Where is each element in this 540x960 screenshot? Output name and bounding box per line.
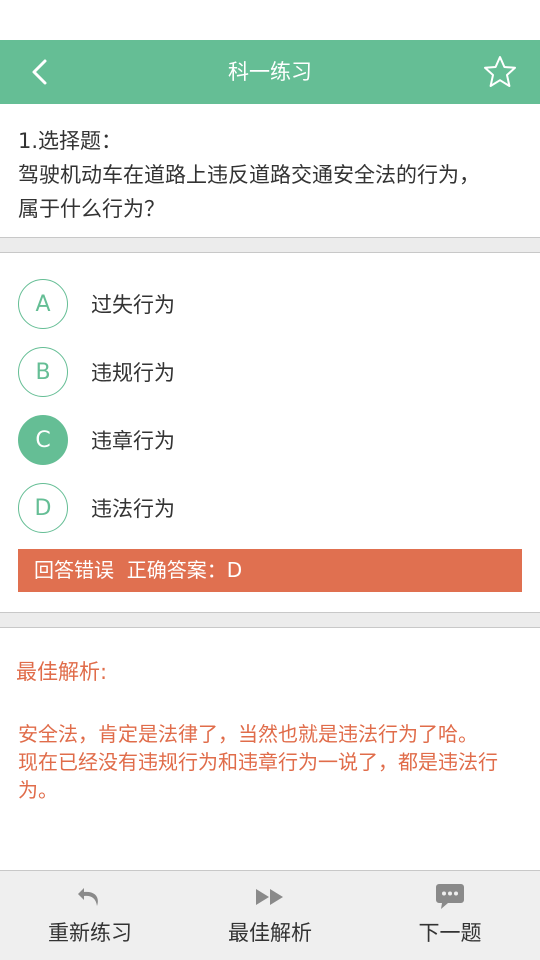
status-bar <box>0 0 540 40</box>
chat-bubble-icon <box>435 883 465 911</box>
section-divider <box>0 612 540 628</box>
question-block: 1.选择题： 驾驶机动车在道路上违反道路交通安全法的行为，属于什么行为？ <box>18 124 488 226</box>
star-outline-icon <box>484 56 516 87</box>
option-text: 违章行为 <box>91 429 175 453</box>
option-c[interactable]: C 违章行为 <box>18 415 518 465</box>
favorite-button[interactable] <box>482 54 518 90</box>
analysis-line: 安全法，肯定是法律了，当然也就是违法行为了哈。 <box>18 722 478 746</box>
next-question-button[interactable]: 下一题 <box>360 871 540 960</box>
question-type: 1.选择题： <box>18 129 123 153</box>
option-b[interactable]: B 违规行为 <box>18 347 518 397</box>
bottom-nav-label: 重新练习 <box>48 921 132 945</box>
option-text: 违法行为 <box>91 497 175 521</box>
option-letter: D <box>18 483 68 533</box>
option-d[interactable]: D 违法行为 <box>18 483 518 533</box>
option-text: 过失行为 <box>91 293 175 317</box>
option-letter: B <box>18 347 68 397</box>
analysis-line: 现在已经没有违规行为和违章行为一说了，都是违法行为。 <box>18 750 498 802</box>
analysis-button[interactable]: 最佳解析 <box>180 871 360 960</box>
option-letter: A <box>18 279 68 329</box>
app-bar: 科一练习 <box>0 40 540 104</box>
retry-button[interactable]: 重新练习 <box>0 871 180 960</box>
back-button[interactable] <box>20 52 60 92</box>
option-letter-selected: C <box>18 415 68 465</box>
option-text: 违规行为 <box>91 361 175 385</box>
undo-arrow-icon <box>77 883 103 911</box>
chevron-left-icon <box>32 59 47 85</box>
fast-forward-icon <box>255 883 285 911</box>
bottom-nav-label: 最佳解析 <box>228 921 312 945</box>
analysis-body: 安全法，肯定是法律了，当然也就是违法行为了哈。 现在已经没有违规行为和违章行为一… <box>18 720 518 804</box>
page-title: 科一练习 <box>228 60 312 84</box>
option-a[interactable]: A 过失行为 <box>18 279 518 329</box>
bottom-nav: 重新练习 最佳解析 下一题 <box>0 870 540 960</box>
section-divider <box>0 237 540 253</box>
answer-result-banner: 回答错误 正确答案：D <box>18 549 522 592</box>
question-text: 驾驶机动车在道路上违反道路交通安全法的行为，属于什么行为？ <box>18 163 480 221</box>
bottom-nav-label: 下一题 <box>418 921 482 945</box>
analysis-title: 最佳解析: <box>16 660 108 684</box>
